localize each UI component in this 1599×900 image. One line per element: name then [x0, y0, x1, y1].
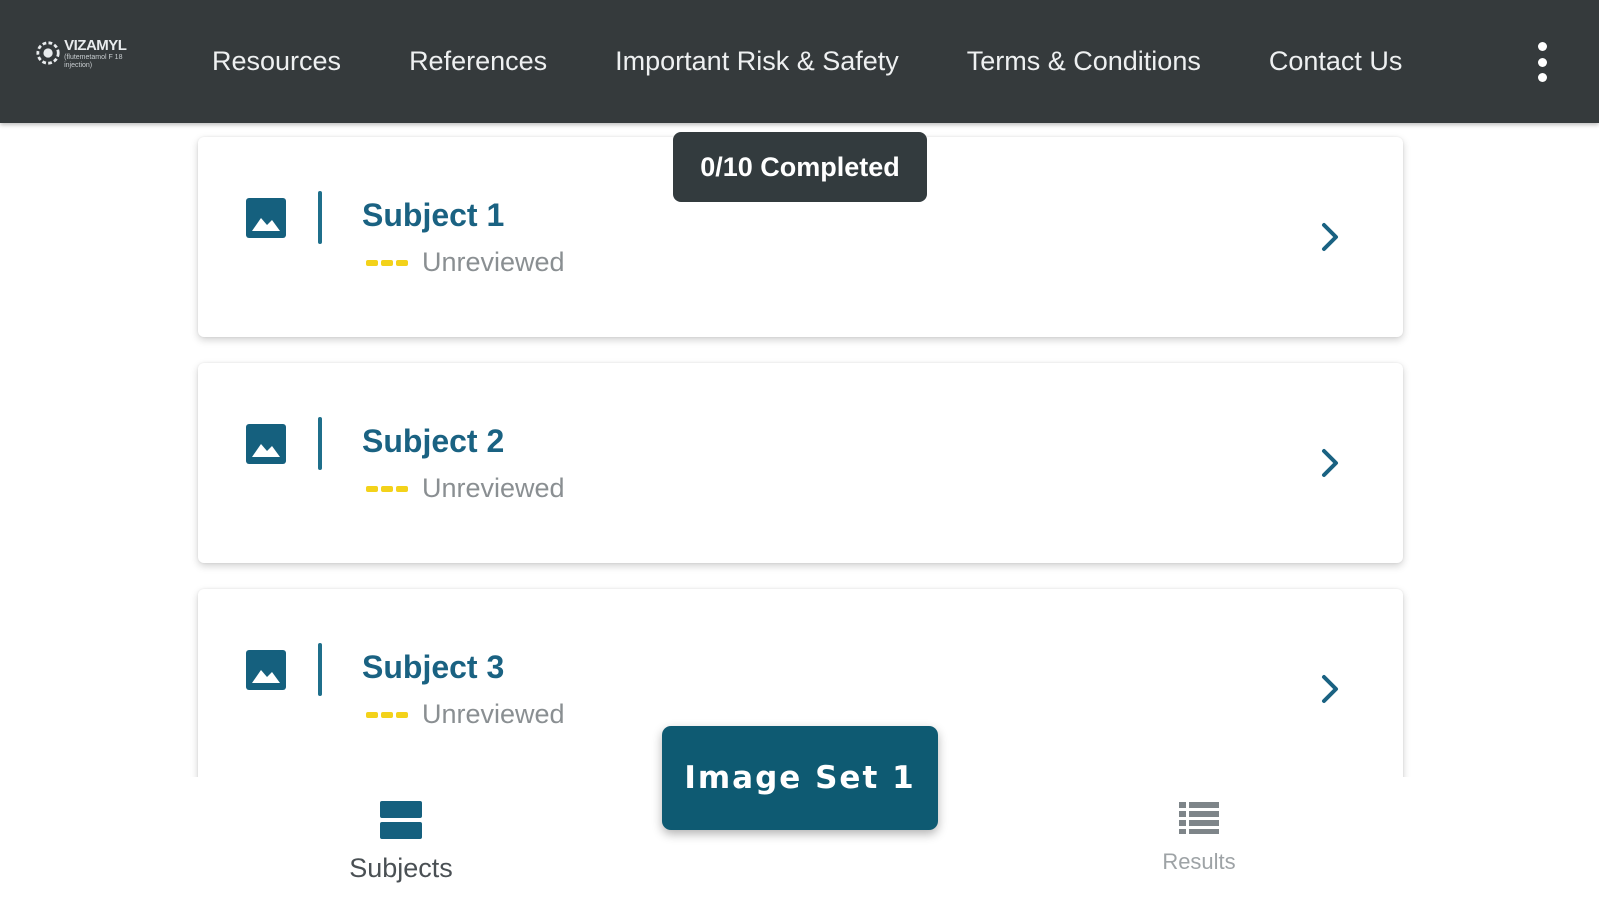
nav-link-terms-conditions[interactable]: Terms & Conditions: [967, 46, 1201, 77]
logo-name: VIZAMYL: [64, 37, 127, 54]
chevron-right-icon[interactable]: [1318, 671, 1342, 707]
status-indicator-icon: [366, 711, 408, 718]
chevron-right-icon[interactable]: [1318, 219, 1342, 255]
nav-link-resources[interactable]: Resources: [212, 46, 341, 77]
subject-status: Unreviewed: [366, 247, 565, 278]
status-indicator-icon: [366, 485, 408, 492]
tab-results-label: Results: [1162, 849, 1236, 874]
card-divider: [318, 191, 322, 244]
main-nav: Resources References Important Risk & Sa…: [212, 0, 1470, 123]
list-icon: [1179, 802, 1219, 834]
subject-title: Subject 3: [362, 649, 505, 685]
status-text: Unreviewed: [422, 473, 565, 503]
subject-title: Subject 1: [362, 197, 505, 233]
subject-title: Subject 2: [362, 423, 505, 459]
card-divider: [318, 417, 322, 470]
subject-status: Unreviewed: [366, 473, 565, 504]
kebab-menu-icon[interactable]: [1535, 42, 1549, 82]
image-set-button[interactable]: Image Set 1: [662, 726, 938, 830]
status-text: Unreviewed: [422, 699, 565, 729]
card-divider: [318, 643, 322, 696]
chevron-right-icon[interactable]: [1318, 445, 1342, 481]
nav-link-contact-us[interactable]: Contact Us: [1269, 46, 1403, 77]
image-icon: [246, 198, 286, 238]
tab-subjects[interactable]: Subjects: [321, 799, 481, 884]
image-icon: [246, 424, 286, 464]
status-indicator-icon: [366, 259, 408, 266]
progress-tooltip: 0/10 Completed: [673, 132, 927, 202]
logo-wordmark: VIZAMYL (flutemetamol F 18 injection): [64, 38, 146, 70]
brand-logo[interactable]: VIZAMYL (flutemetamol F 18 injection): [36, 38, 146, 84]
image-icon: [246, 650, 286, 690]
tab-subjects-label: Subjects: [349, 853, 453, 883]
subjects-icon: [380, 801, 422, 839]
tab-results[interactable]: Results: [1119, 799, 1279, 875]
nav-link-important-risk-safety[interactable]: Important Risk & Safety: [615, 46, 899, 77]
logo-subtitle: (flutemetamol F 18 injection): [64, 54, 123, 69]
top-nav-bar: VIZAMYL (flutemetamol F 18 injection) Re…: [0, 0, 1599, 123]
subject-status: Unreviewed: [366, 699, 565, 730]
logo-mark-icon: [36, 41, 60, 65]
subject-card-2[interactable]: Subject 2 Unreviewed: [198, 363, 1403, 563]
status-text: Unreviewed: [422, 247, 565, 277]
nav-link-references[interactable]: References: [409, 46, 547, 77]
